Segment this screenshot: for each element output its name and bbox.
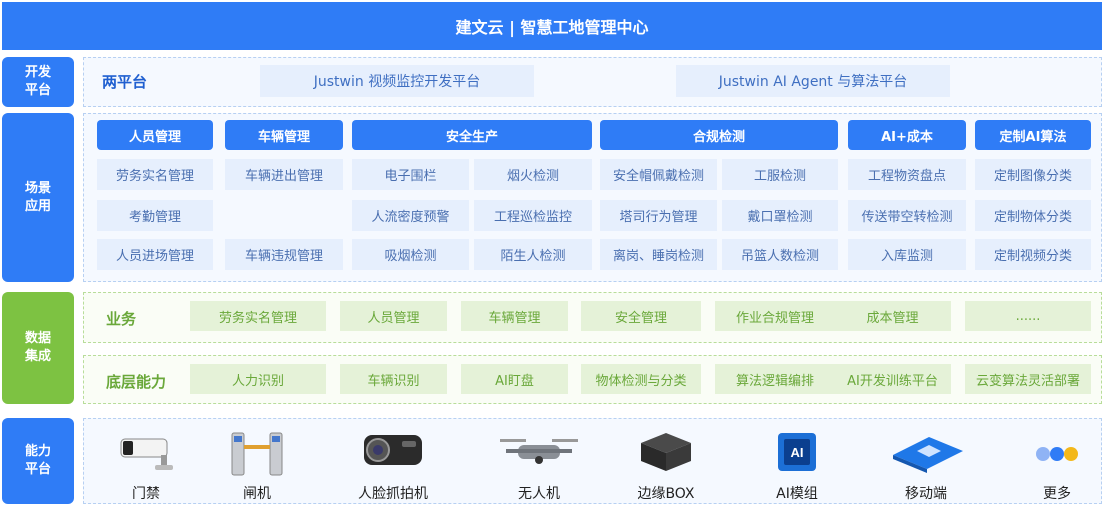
scenario-item[interactable]: 考勤管理 [97, 200, 213, 231]
svg-text:AI: AI [791, 445, 804, 460]
drone-icon [484, 427, 594, 477]
base-ability-item[interactable]: 人力识别 [190, 364, 326, 394]
device-label: 无人机 [518, 486, 560, 502]
device-label: 边缘BOX [637, 486, 695, 502]
device-label: 闸机 [243, 486, 271, 502]
business-item[interactable]: 劳务实名管理 [190, 301, 326, 331]
scenario-item[interactable]: 塔司行为管理 [600, 200, 717, 231]
mobile-chip-icon [871, 427, 981, 477]
side-label-ability: 能力 平台 [2, 418, 74, 504]
device-item[interactable]: AI AI模组 [742, 427, 852, 507]
business-item[interactable]: 安全管理 [581, 301, 701, 331]
ability-panel: 门禁 闸机 人脸抓拍机 无人机 边缘BOX AI AI模组 移动端 更多 [83, 418, 1102, 504]
scenario-item[interactable]: 劳务实名管理 [97, 159, 213, 190]
face-camera-icon [338, 427, 448, 477]
side-label-scenario: 场景 应用 [2, 113, 74, 282]
category-header[interactable]: 安全生产 [352, 120, 592, 150]
scenario-item[interactable]: 入库监测 [848, 239, 966, 270]
base-ability-item[interactable]: 车辆识别 [340, 364, 447, 394]
scenario-item[interactable]: 车辆违规管理 [225, 239, 343, 270]
base-ability-item[interactable]: 物体检测与分类 [581, 364, 701, 394]
scenario-item[interactable]: 定制图像分类 [975, 159, 1091, 190]
business-item[interactable]: 车辆管理 [461, 301, 568, 331]
scenario-item[interactable]: 安全帽佩戴检测 [600, 159, 717, 190]
category-header[interactable]: 合规检测 [600, 120, 838, 150]
business-item[interactable]: 人员管理 [340, 301, 447, 331]
page-title: 建文云 | 智慧工地管理中心 [2, 2, 1102, 50]
device-label: 移动端 [905, 486, 947, 502]
turnstile-icon [202, 427, 312, 477]
side-label-text: 场景 应用 [24, 180, 51, 214]
side-label-data: 数据 集成 [2, 292, 74, 404]
base-ability-title: 底层能力 [106, 373, 167, 391]
business-title: 业务 [106, 310, 137, 328]
device-item[interactable]: 人脸抓拍机 [338, 427, 448, 507]
business-item[interactable]: 作业合规管理 [715, 301, 835, 331]
base-ability-item[interactable]: 算法逻辑编排 [715, 364, 835, 394]
scenario-item[interactable]: 烟火检测 [474, 159, 592, 190]
scenario-item[interactable]: 人流密度预警 [352, 200, 469, 231]
category-header[interactable]: 定制AI算法 [975, 120, 1091, 150]
side-label-text: 开发 平台 [24, 65, 51, 98]
business-item[interactable]: ...... [965, 301, 1091, 331]
scenario-panel: 人员管理 车辆管理 安全生产 合规检测 AI+成本 定制AI算法 劳务实名管理 … [83, 113, 1102, 282]
side-label-text: 能力 平台 [24, 444, 51, 477]
device-label: 门禁 [132, 486, 160, 502]
scenario-item[interactable]: 工程物资盘点 [848, 159, 966, 190]
scenario-item[interactable]: 传送带空转检测 [848, 200, 966, 231]
device-item[interactable]: 闸机 [202, 427, 312, 507]
scenario-item[interactable]: 戴口罩检测 [722, 200, 838, 231]
scenario-item[interactable]: 陌生人检测 [474, 239, 592, 270]
base-ability-item[interactable]: 云变算法灵活部署 [965, 364, 1091, 394]
scenario-item[interactable]: 吊篮人数检测 [722, 239, 838, 270]
edge-box-icon [611, 427, 721, 477]
device-item[interactable]: 无人机 [484, 427, 594, 507]
device-label: 更多 [1043, 486, 1071, 502]
category-header[interactable]: 车辆管理 [225, 120, 343, 150]
base-ability-panel: 底层能力 人力识别 车辆识别 AI盯盘 物体检测与分类 算法逻辑编排 AI开发训… [83, 355, 1102, 404]
more-dots-icon [1002, 427, 1104, 477]
base-ability-item[interactable]: AI盯盘 [461, 364, 568, 394]
side-label-dev-platform: 开发 平台 [2, 57, 74, 107]
scenario-item[interactable]: 吸烟检测 [352, 239, 469, 270]
platform-chip[interactable]: Justwin 视频监控开发平台 [260, 65, 534, 97]
scenario-item[interactable]: 电子围栏 [352, 159, 469, 190]
dev-platform-title: 两平台 [102, 73, 148, 91]
business-item[interactable]: 成本管理 [834, 301, 951, 331]
platform-chip[interactable]: Justwin AI Agent 与算法平台 [676, 65, 950, 97]
device-item[interactable]: 边缘BOX [611, 427, 721, 507]
scenario-item[interactable]: 车辆进出管理 [225, 159, 343, 190]
scenario-item[interactable]: 定制视频分类 [975, 239, 1091, 270]
device-item[interactable]: 更多 [1002, 427, 1104, 507]
base-ability-item[interactable]: AI开发训练平台 [834, 364, 951, 394]
camera-bullet-icon [91, 427, 201, 477]
scenario-item[interactable]: 离岗、睡岗检测 [600, 239, 717, 270]
ai-chip-icon: AI [742, 427, 852, 477]
device-label: 人脸抓拍机 [358, 486, 428, 502]
dev-platform-panel: 两平台 Justwin 视频监控开发平台 Justwin AI Agent 与算… [83, 57, 1102, 107]
device-item[interactable]: 移动端 [871, 427, 981, 507]
device-label: AI模组 [776, 486, 818, 502]
category-header[interactable]: AI+成本 [848, 120, 966, 150]
scenario-item[interactable]: 定制物体分类 [975, 200, 1091, 231]
business-panel: 业务 劳务实名管理 人员管理 车辆管理 安全管理 作业合规管理 成本管理 ...… [83, 292, 1102, 343]
side-label-text: 数据 集成 [24, 331, 51, 364]
scenario-item[interactable]: 人员进场管理 [97, 239, 213, 270]
device-item[interactable]: 门禁 [91, 427, 201, 507]
scenario-item[interactable]: 工程巡检监控 [474, 200, 592, 231]
category-header[interactable]: 人员管理 [97, 120, 213, 150]
scenario-item[interactable]: 工服检测 [722, 159, 838, 190]
